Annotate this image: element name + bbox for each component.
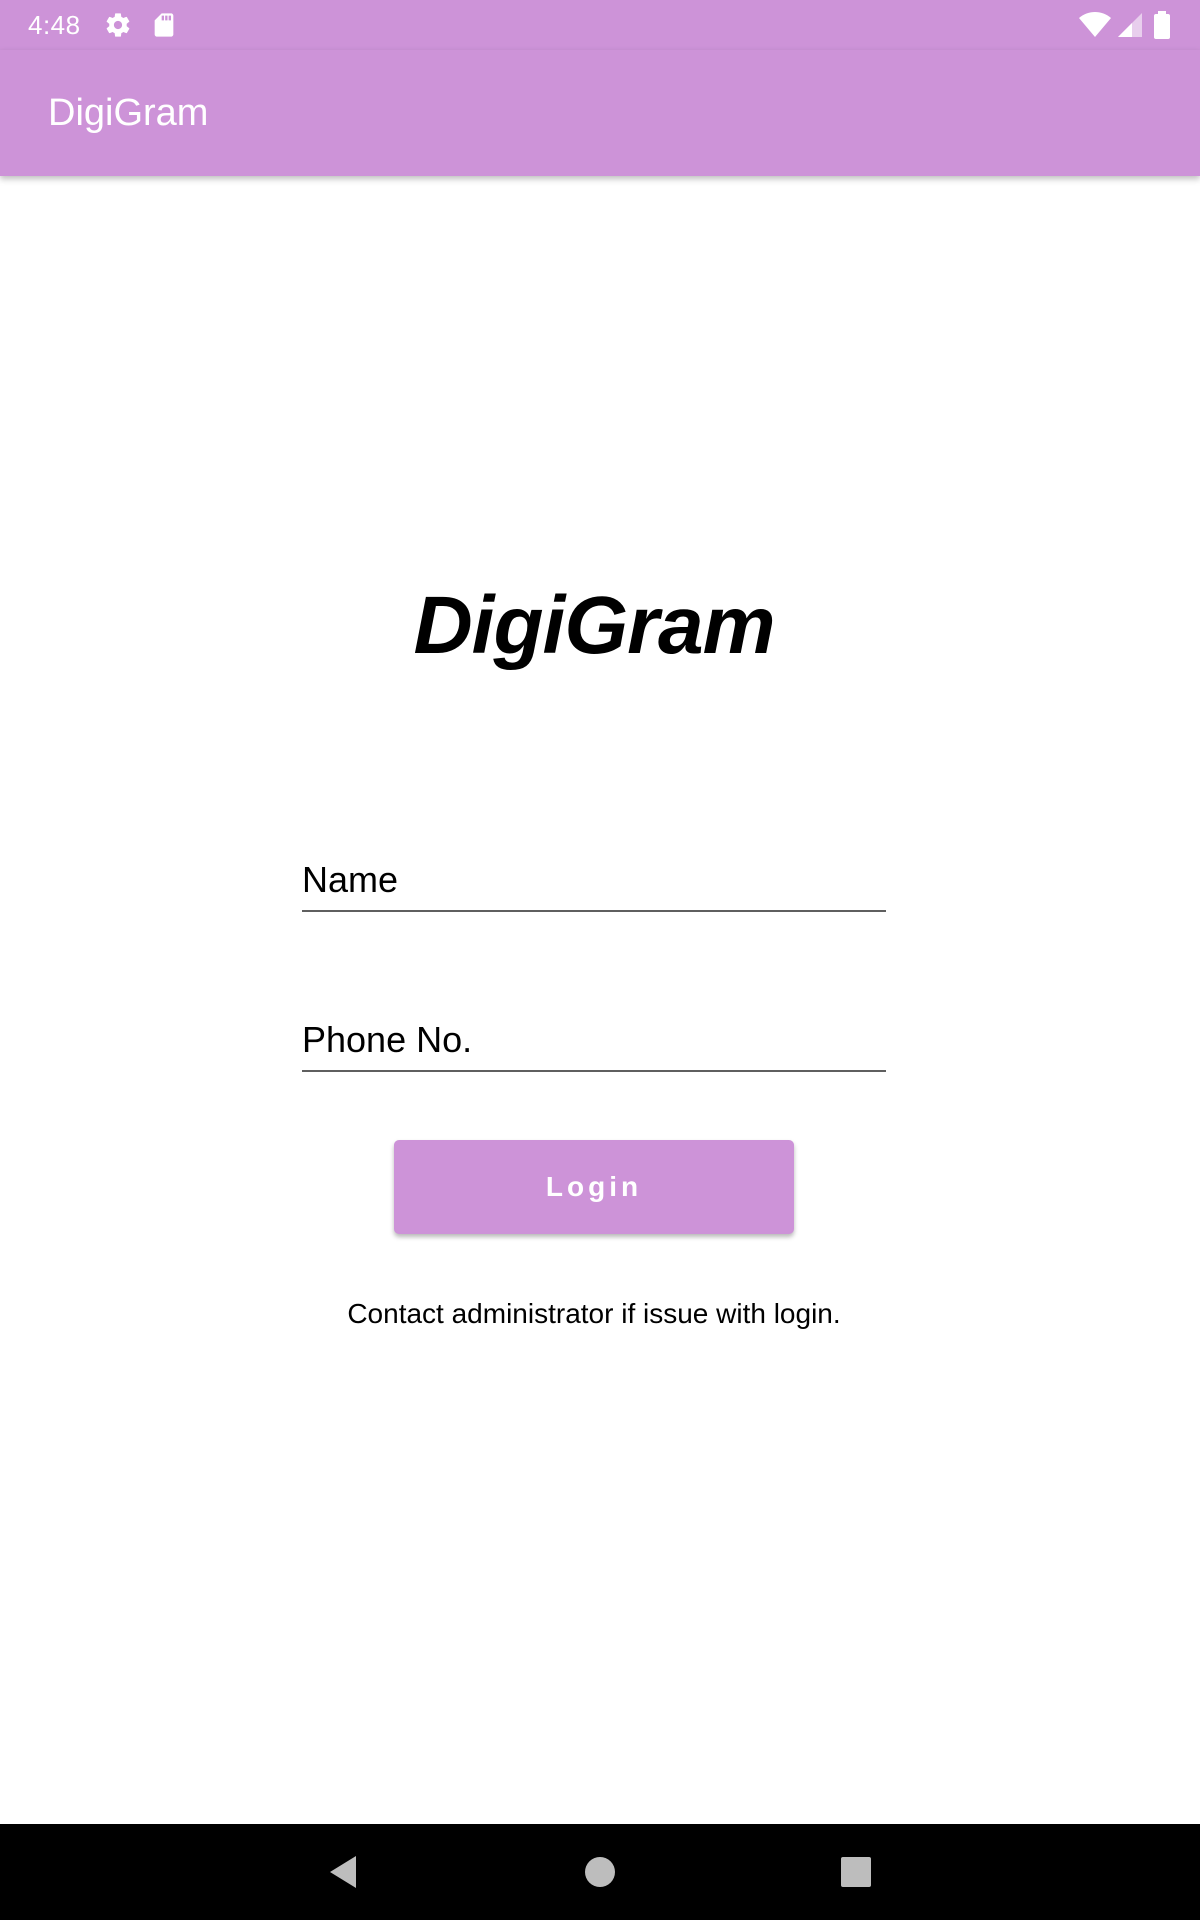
phone-field-container — [302, 990, 886, 1072]
app-logo-text: DigiGram — [413, 580, 775, 671]
gear-icon — [104, 11, 132, 39]
wifi-icon — [1078, 11, 1112, 39]
system-nav-bar — [0, 1824, 1200, 1920]
name-field-container — [302, 830, 886, 912]
app-bar: DigiGram — [0, 50, 1200, 176]
recents-icon[interactable] — [834, 1850, 878, 1894]
login-help-text: Contact administrator if issue with logi… — [347, 1298, 841, 1329]
phone-input[interactable] — [302, 1018, 886, 1062]
app-bar-title: DigiGram — [48, 92, 209, 134]
home-icon[interactable] — [578, 1850, 622, 1894]
login-screen: 4:48 DigiGram DigiGram Name Phone No. Lo… — [0, 0, 1200, 1920]
battery-icon — [1152, 11, 1172, 39]
status-bar: 4:48 — [0, 0, 1200, 50]
status-time: 4:48 — [28, 10, 81, 40]
cell-signal-icon — [1116, 11, 1144, 39]
back-icon[interactable] — [322, 1850, 366, 1894]
name-input[interactable] — [302, 858, 886, 902]
sd-card-icon — [150, 11, 178, 39]
login-button[interactable]: Login — [394, 1140, 794, 1234]
